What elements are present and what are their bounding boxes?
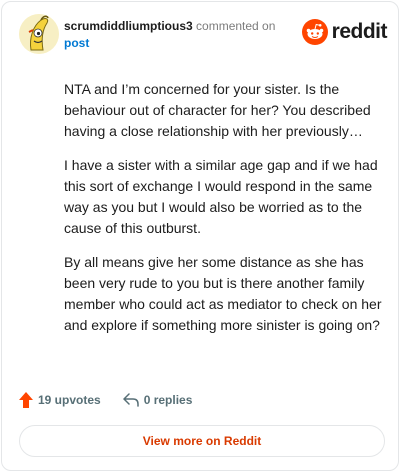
comment-body: NTA and I’m concerned for your sister. I… (64, 79, 382, 349)
upvote-arrow-icon (19, 392, 33, 408)
reddit-snoo-icon (301, 19, 328, 45)
reddit-wordmark: reddit (331, 20, 388, 43)
comment-header: scrumdiddliumptious3 commented on post r… (19, 14, 388, 58)
view-more-button[interactable]: View more on Reddit (19, 425, 385, 457)
embedded-comment-card: scrumdiddliumptious3 commented on post r… (1, 1, 399, 471)
username[interactable]: scrumdiddliumptious3 (64, 19, 193, 33)
reply-button[interactable]: 0 replies (122, 393, 193, 407)
avatar-banana-icon (19, 14, 59, 54)
post-link[interactable]: post (64, 35, 294, 52)
reply-arrow-icon (122, 393, 139, 407)
upvote-button[interactable]: 19 upvotes (19, 392, 101, 408)
comment-meta: scrumdiddliumptious3 commented on post (64, 18, 294, 52)
avatar[interactable] (19, 14, 59, 54)
comment-paragraph: By all means give her some distance as s… (64, 254, 382, 333)
reply-count: 0 replies (143, 393, 193, 407)
comment-paragraph: I have a sister with a similar age gap a… (64, 157, 378, 236)
comment-footer: 19 upvotes 0 replies (19, 390, 192, 410)
comment-paragraph: NTA and I’m concerned for your sister. I… (64, 81, 371, 139)
upvote-count: 19 upvotes (38, 393, 101, 407)
reddit-brand[interactable]: reddit (301, 18, 388, 46)
action-text: commented on (196, 19, 276, 33)
